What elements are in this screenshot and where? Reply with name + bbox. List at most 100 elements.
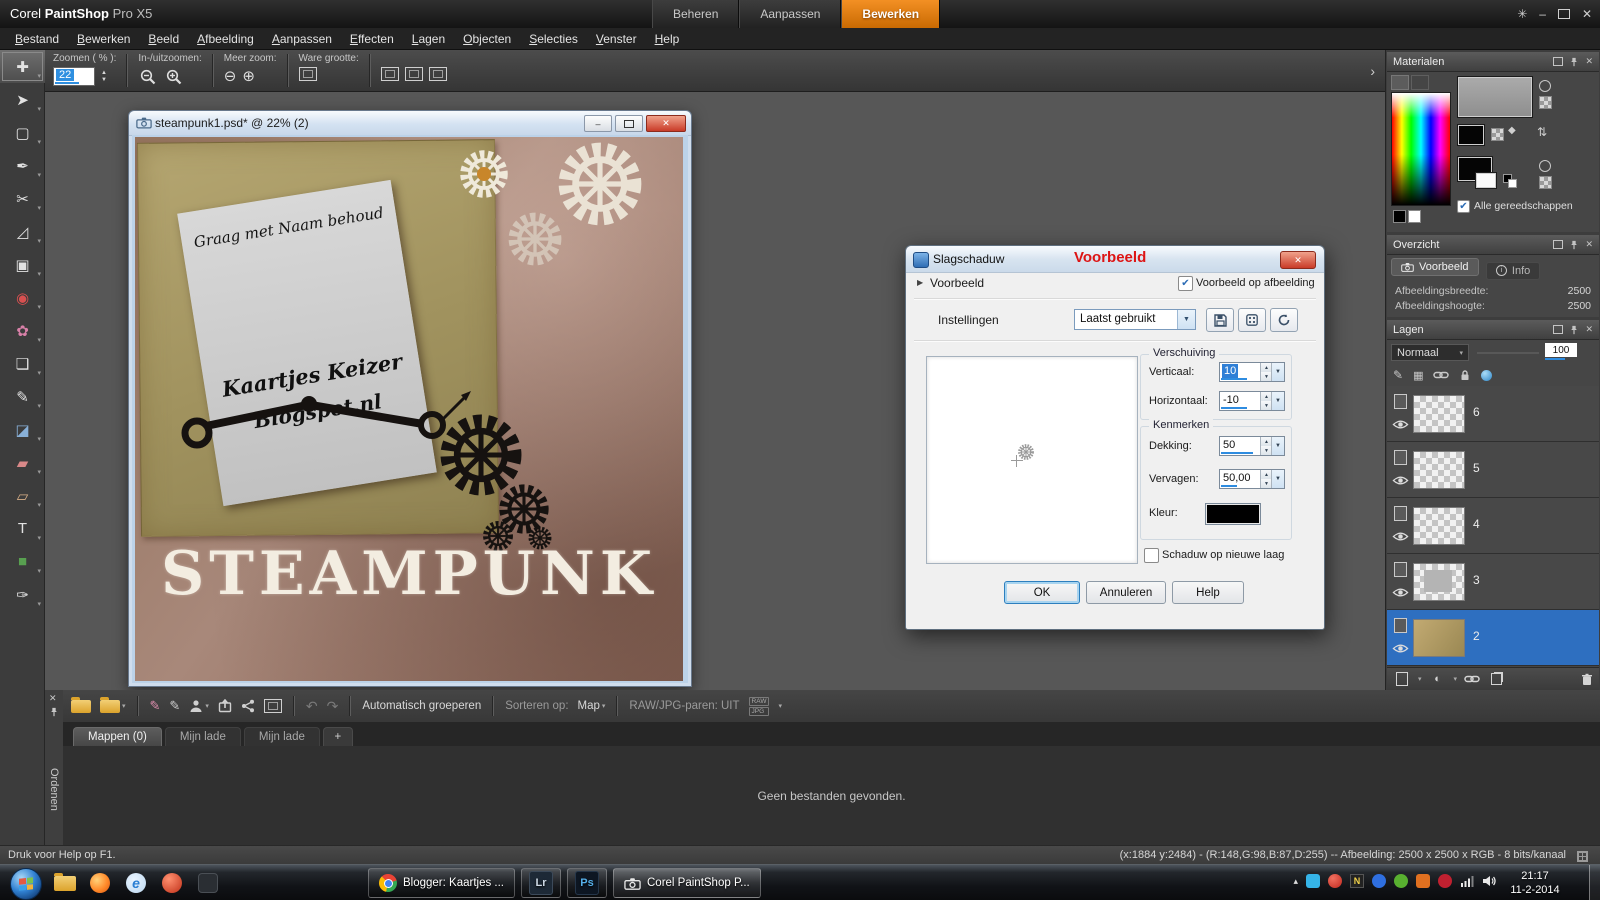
tool-crop[interactable]: ✂ ▾ (0, 182, 45, 215)
opacity-slider-track[interactable] (1477, 352, 1539, 354)
close-button[interactable]: ✕ (1582, 7, 1592, 21)
toolbar-overflow-chevron[interactable]: › (1370, 63, 1385, 79)
flyout-caret-icon[interactable]: ▾ (37, 204, 41, 212)
lock-transparency-icon[interactable] (1459, 369, 1471, 381)
tool-makeover[interactable]: ✿ ▾ (0, 314, 45, 347)
workspace-settings-icon[interactable]: ✳ (1517, 7, 1527, 21)
ok-button[interactable]: OK (1004, 581, 1080, 604)
taskbar-button-blogger[interactable]: Blogger: Kaartjes ... (368, 868, 515, 898)
tray-icon-5[interactable] (1416, 874, 1430, 888)
flyout-caret-icon[interactable]: ▾ (37, 567, 41, 575)
document-window[interactable]: steampunk1.psd* @ 22% (2) – ✕ Graag met … (128, 110, 692, 687)
brush-pink-icon[interactable]: ✎ (150, 698, 161, 714)
swap-colors-icon[interactable]: ⇅ (1537, 125, 1547, 139)
sort-by-dropdown[interactable]: Map ▾ (578, 700, 606, 712)
link-layers-icon[interactable] (1433, 371, 1449, 379)
panel-float-icon[interactable] (1553, 57, 1564, 66)
menu-effecten[interactable]: Effecten (341, 28, 403, 50)
canvas-image[interactable]: Graag met Naam behoud Kaartjes Keizer Bl… (135, 137, 683, 681)
fit-image-icon[interactable] (428, 67, 447, 81)
flyout-caret-icon[interactable]: ▾ (37, 72, 41, 80)
tab-beheren[interactable]: Beheren (652, 0, 740, 28)
tool-red-eye[interactable]: ◉ ▾ (0, 281, 45, 314)
explorer-icon[interactable] (54, 873, 76, 893)
layer-thumbnail[interactable] (1413, 619, 1465, 657)
tray-expand-icon[interactable]: ▴ (1293, 876, 1298, 887)
rotate-left-icon[interactable]: ↶ (306, 698, 318, 715)
slider-drop-icon[interactable]: ▼ (1271, 470, 1284, 488)
overview-tab-preview[interactable]: Voorbeeld (1391, 258, 1479, 276)
menu-objecten[interactable]: Objecten (454, 28, 520, 50)
tab-aanpassen[interactable]: Aanpassen (739, 0, 842, 28)
layer-row[interactable]: 6 (1387, 386, 1599, 442)
white-swatch[interactable] (1408, 210, 1421, 223)
tray-icon-norton[interactable]: N (1350, 874, 1364, 888)
blend-mode-dropdown[interactable]: Normaal ▾ (1391, 344, 1469, 361)
organizer-pin-icon[interactable] (49, 707, 59, 717)
layer-thumbnail[interactable] (1413, 507, 1465, 545)
menu-aanpassen[interactable]: Aanpassen (263, 28, 341, 50)
tool-fill[interactable]: ◪ ▾ (0, 413, 45, 446)
foreground-color-swatch[interactable] (1457, 124, 1485, 146)
settings-preset-combobox[interactable]: Laatst gebruikt ▼ (1074, 309, 1196, 330)
preview-on-image-checkbox[interactable]: ✔ (1178, 276, 1193, 291)
flyout-caret-icon[interactable]: ▾ (37, 237, 41, 245)
opacity-spinbox[interactable]: 50 ▲ ▼ ▼ (1219, 436, 1285, 456)
tab-mijn-lade-1[interactable]: Mijn lade (164, 727, 241, 746)
zoom-input[interactable]: 22 (53, 67, 95, 86)
layer-visibility-icon[interactable] (1392, 643, 1409, 654)
minimize-button[interactable]: – (1539, 7, 1546, 21)
maximize-button[interactable] (1557, 9, 1570, 19)
panel-pin-icon[interactable] (1569, 325, 1579, 335)
drop-shadow-dialog[interactable]: Slagschaduw Voorbeeld ✕ ▶ Voorbeeld ✔ Vo… (905, 245, 1325, 630)
export-icon[interactable] (218, 699, 232, 713)
doc-close-button[interactable]: ✕ (646, 115, 686, 132)
panel-pin-icon[interactable] (1569, 57, 1579, 67)
duplicate-layer-button[interactable] (1487, 672, 1505, 686)
slideshow-icon[interactable] (263, 699, 282, 713)
tool-paint-brush[interactable]: ✎ ▾ (0, 380, 45, 413)
organizer-close-icon[interactable]: ✕ (49, 693, 57, 704)
tab-mijn-lade-2[interactable]: Mijn lade (243, 727, 320, 746)
slider-drop-icon[interactable]: ▼ (1271, 392, 1284, 410)
flyout-caret-icon[interactable]: ▾ (37, 138, 41, 146)
shadow-new-layer-checkbox[interactable] (1144, 548, 1159, 563)
panel-close-icon[interactable]: ✕ (1585, 239, 1593, 250)
texture-toggle-icon[interactable] (1539, 96, 1552, 109)
flyout-caret-icon[interactable]: ▾ (37, 369, 41, 377)
flyout-caret-icon[interactable]: ▾ (37, 600, 41, 608)
horizontal-spinbox[interactable]: -10 ▲ ▼ ▼ (1219, 391, 1285, 411)
network-icon[interactable] (1460, 875, 1474, 887)
start-button[interactable] (10, 868, 42, 900)
flyout-caret-icon[interactable]: ▾ (37, 534, 41, 542)
flyout-caret-icon[interactable]: ▾ (37, 435, 41, 443)
rawjpg-caret-icon[interactable]: ▾ (778, 702, 782, 710)
menu-venster[interactable]: Venster (587, 28, 646, 50)
app-dark-icon[interactable] (198, 873, 218, 893)
layer-visibility-icon[interactable] (1392, 419, 1409, 430)
actual-size-icon[interactable] (298, 67, 317, 81)
zoom-plus-icon[interactable]: ⊕ (242, 67, 255, 85)
spin-up-icon[interactable]: ▲ (101, 70, 107, 77)
flyout-caret-icon[interactable]: ▾ (37, 171, 41, 179)
tool-pan[interactable]: ✚ ▾ (0, 50, 45, 83)
app-red-icon[interactable] (162, 873, 182, 893)
layer-thumbnail[interactable] (1413, 395, 1465, 433)
taskbar-button-lightroom[interactable]: Lr (521, 868, 561, 898)
statusbar-grid-icon[interactable] (1577, 851, 1588, 862)
new-layer-caret-icon[interactable]: ▾ (1418, 675, 1422, 683)
cancel-button[interactable]: Annuleren (1086, 581, 1166, 604)
adjustment-caret-icon[interactable]: ▾ (1454, 675, 1458, 683)
doc-minimize-button[interactable]: – (584, 115, 612, 132)
tool-dropper[interactable]: ✒ ▾ (0, 149, 45, 182)
folder-list-icon[interactable]: ▾ (100, 696, 126, 713)
tab-mappen[interactable]: Mappen (0) (73, 727, 162, 746)
slider-drop-icon[interactable]: ▼ (1271, 363, 1284, 381)
layer-row-selected[interactable]: 2 (1387, 610, 1599, 666)
materials-frame-tab[interactable] (1391, 75, 1409, 90)
menu-bewerken[interactable]: Bewerken (68, 28, 139, 50)
layer-name[interactable]: 2 (1473, 629, 1480, 643)
blur-spinbox[interactable]: 50,00 ▲ ▼ ▼ (1219, 469, 1285, 489)
layers-panel-header[interactable]: Lagen ✕ (1387, 320, 1599, 340)
highlight-ball-icon[interactable] (1481, 369, 1493, 381)
